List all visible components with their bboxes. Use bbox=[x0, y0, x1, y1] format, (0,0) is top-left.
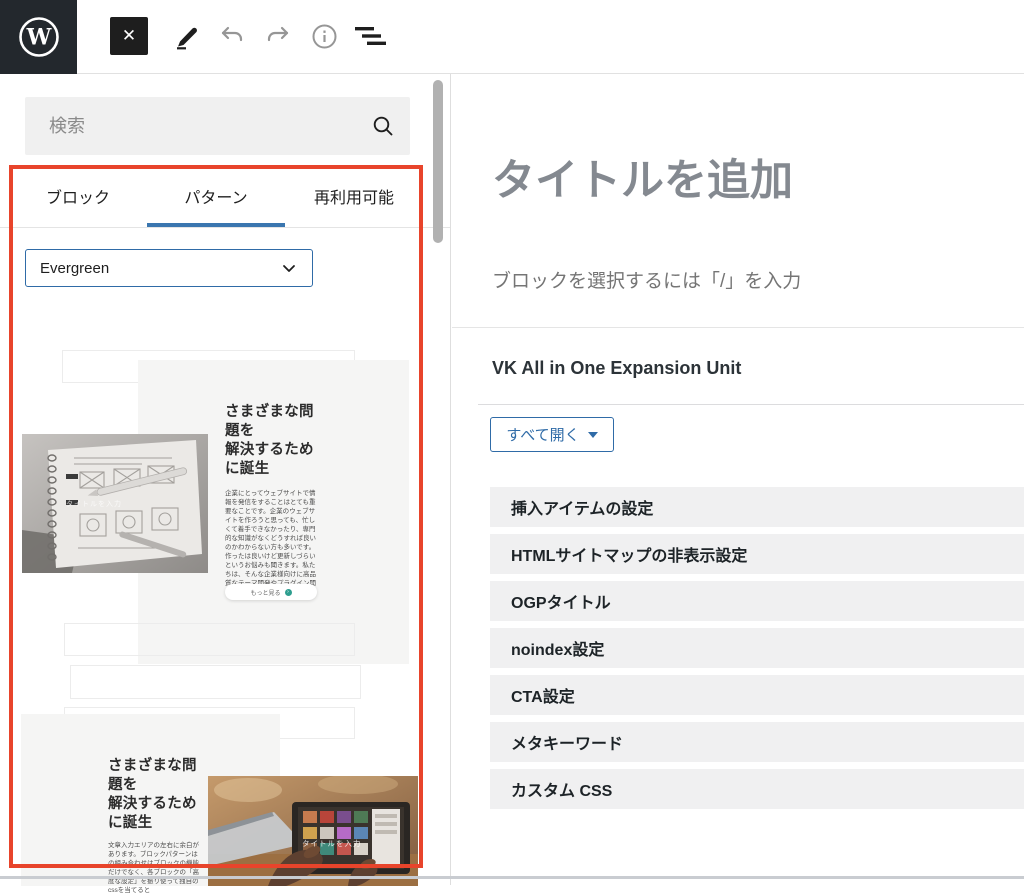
tab-patterns-label: パターン bbox=[184, 184, 247, 208]
image-caption-text: タイトルを入力 bbox=[302, 838, 362, 848]
sidebar-scrollbar-thumb[interactable] bbox=[433, 80, 443, 243]
notebook-wireframe-image: タイトルを入力 bbox=[22, 434, 208, 573]
post-title-input[interactable]: タイトルを追加 bbox=[492, 146, 793, 208]
tab-blocks-label: ブロック bbox=[46, 184, 110, 208]
metabox-title: VK All in One Expansion Unit bbox=[492, 358, 741, 379]
editor-canvas: タイトルを追加 ブロックを選択するには「/」を入力 VK All in One … bbox=[452, 74, 1024, 885]
panel-row-meta-keywords[interactable]: メタキーワード bbox=[490, 722, 1024, 762]
tabs-divider bbox=[0, 227, 450, 228]
block-inserter-toggle-button[interactable]: ✕ bbox=[110, 17, 148, 55]
tab-patterns[interactable]: パターン bbox=[147, 165, 285, 227]
caret-down-icon bbox=[588, 432, 598, 438]
editor-top-toolbar: W ✕ bbox=[0, 0, 1024, 74]
panel-row-insert-item-settings[interactable]: 挿入アイテムの設定 bbox=[490, 487, 1024, 527]
pattern-body-text: 文章入力エリアの左右に余白があります。ブロックパターンはの組み合わせはブロックの… bbox=[108, 841, 203, 895]
panel-row-custom-css[interactable]: カスタム CSS bbox=[490, 769, 1024, 809]
pattern-placeholder-box bbox=[70, 665, 361, 699]
panel-row-html-sitemap[interactable]: HTMLサイトマップの非表示設定 bbox=[490, 534, 1024, 574]
search-icon bbox=[370, 113, 396, 139]
panel-row-cta[interactable]: CTA設定 bbox=[490, 675, 1024, 715]
block-inserter-panel: ブロック パターン 再利用可能 Evergreen bbox=[0, 74, 451, 885]
pattern-preview-2[interactable]: さまざまな問題を 解決するため に誕生 文章入力エリアの左右に余白があります。ブ… bbox=[21, 623, 418, 886]
pattern-placeholder-box bbox=[64, 623, 355, 656]
info-icon bbox=[311, 23, 338, 50]
panel-row-noindex[interactable]: noindex設定 bbox=[490, 628, 1024, 668]
redo-arrow-icon bbox=[264, 22, 292, 50]
window-bottom-edge bbox=[0, 876, 1024, 879]
pattern-search-box bbox=[25, 97, 410, 155]
wordpress-logo-icon: W bbox=[18, 16, 60, 58]
pattern-category-select[interactable]: Evergreen bbox=[25, 249, 313, 287]
panel-row-ogp-title[interactable]: OGPタイトル bbox=[490, 581, 1024, 621]
search-input[interactable] bbox=[25, 97, 410, 155]
arrow-circle-icon: › bbox=[285, 589, 292, 596]
chevron-down-icon bbox=[280, 259, 298, 277]
tab-reusable-label: 再利用可能 bbox=[314, 184, 394, 208]
post-body-placeholder[interactable]: ブロックを選択するには「/」を入力 bbox=[492, 266, 801, 293]
metabox-panel-list: 挿入アイテムの設定 HTMLサイトマップの非表示設定 OGPタイトル noind… bbox=[490, 487, 1024, 816]
info-button[interactable] bbox=[305, 17, 343, 55]
inserter-tabs: ブロック パターン 再利用可能 bbox=[9, 165, 423, 227]
pencil-icon bbox=[171, 22, 199, 50]
tab-blocks[interactable]: ブロック bbox=[9, 165, 147, 227]
wordpress-logo-button[interactable]: W bbox=[0, 0, 77, 74]
more-button-label: もっと見る bbox=[250, 588, 280, 597]
edit-mode-button[interactable] bbox=[166, 17, 204, 55]
list-view-icon bbox=[352, 23, 386, 49]
undo-arrow-icon bbox=[218, 22, 246, 50]
pattern-heading: さまざまな問題を 解決するため に誕生 bbox=[108, 757, 205, 833]
expand-all-button[interactable]: すべて開く bbox=[490, 417, 614, 452]
undo-button[interactable] bbox=[213, 17, 251, 55]
pattern-heading: さまざまな問題を 解決するため に誕生 bbox=[225, 403, 322, 479]
image-caption-text: タイトルを入力 bbox=[66, 499, 122, 508]
expand-all-label: すべて開く bbox=[506, 424, 579, 445]
content-divider bbox=[452, 327, 1024, 328]
list-view-button[interactable] bbox=[350, 17, 388, 55]
redo-button[interactable] bbox=[259, 17, 297, 55]
tab-reusable[interactable]: 再利用可能 bbox=[285, 165, 423, 227]
tablet-hands-image: タイトルを入力 bbox=[208, 776, 418, 886]
svg-text:W: W bbox=[25, 25, 51, 51]
pattern-category-value: Evergreen bbox=[40, 260, 109, 277]
pattern-body-text: 企業にとってウェブサイトで情報を発信をすることはとても重要なことです。企業のウェ… bbox=[225, 489, 318, 597]
close-icon: ✕ bbox=[122, 26, 136, 46]
metabox-divider bbox=[478, 404, 1024, 405]
pattern-preview-1[interactable]: タイトルを入力 さまざまな問題を 解決するため に誕生 企業にとってウェブサイト… bbox=[21, 350, 416, 664]
pattern-more-button: もっと見る › bbox=[225, 584, 317, 600]
